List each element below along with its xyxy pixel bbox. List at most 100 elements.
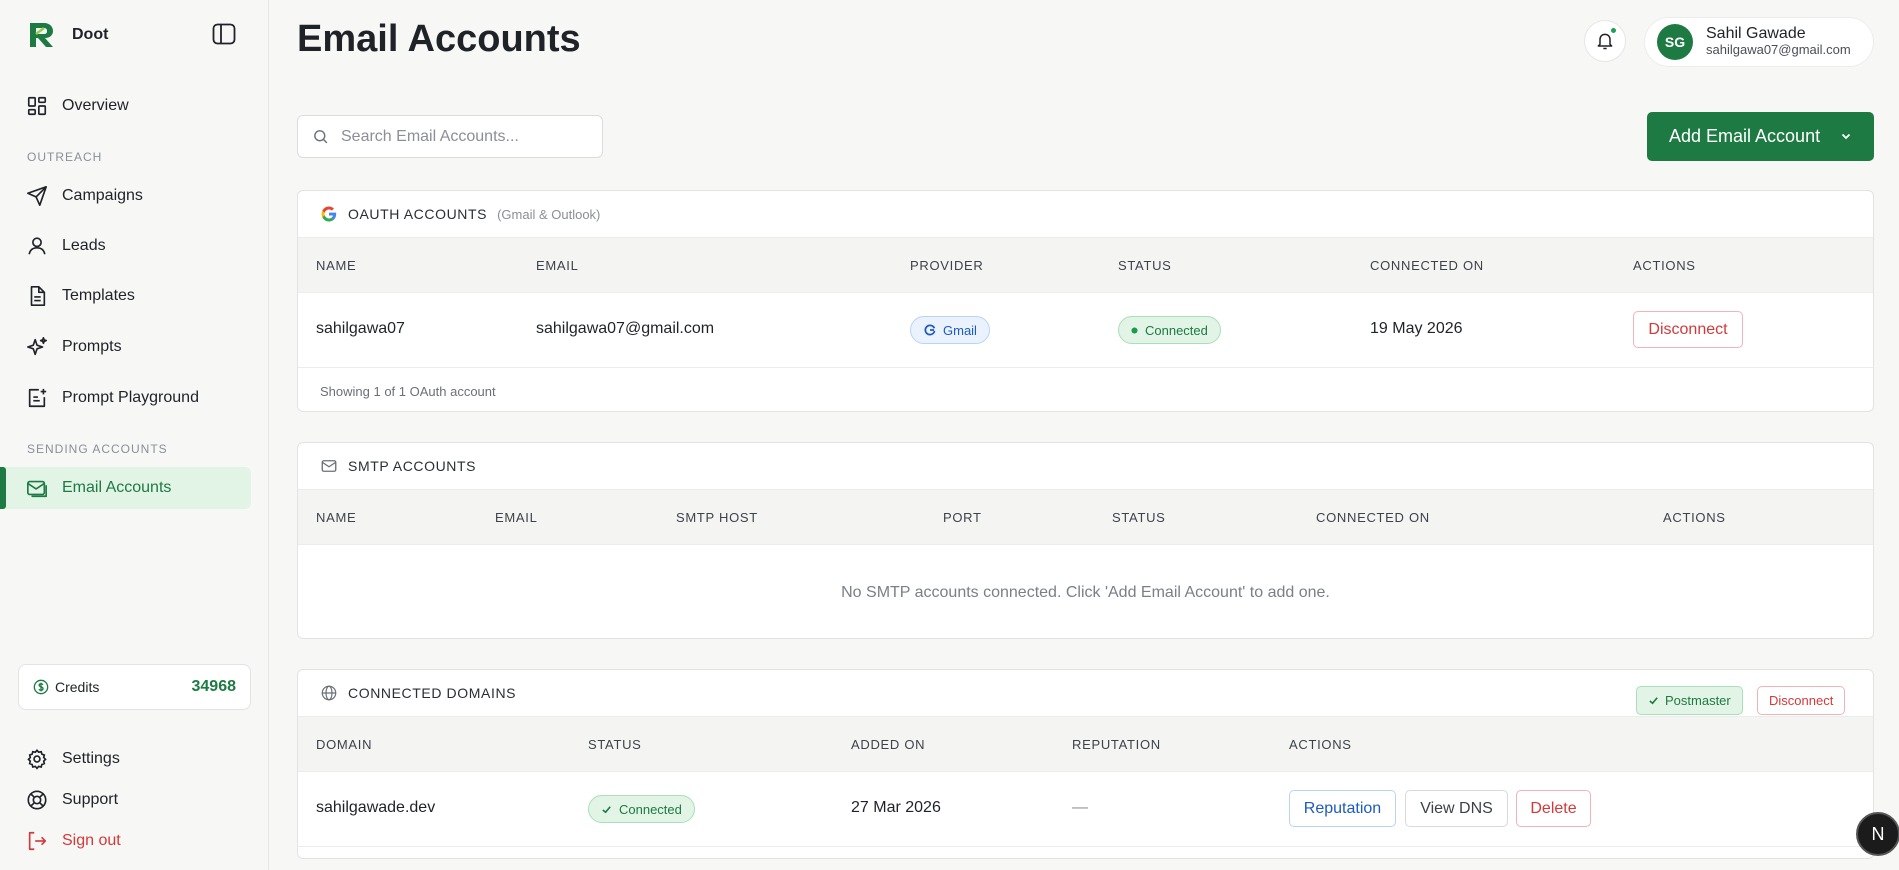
avatar: SG: [1657, 24, 1693, 60]
sidebar-item-label: Prompt Playground: [62, 389, 199, 406]
notification-dot: [1609, 26, 1618, 35]
floating-action-button[interactable]: N: [1856, 812, 1899, 856]
user-menu[interactable]: SG Sahil Gawade sahilgawa07@gmail.com: [1644, 17, 1874, 67]
column-header: ACTIONS: [1633, 258, 1696, 273]
sidebar-item-templates[interactable]: Templates: [0, 275, 251, 317]
section-label-outreach: OUTREACH: [27, 150, 103, 164]
provider-label: Gmail: [943, 322, 977, 338]
credits-label: Credits: [55, 679, 100, 695]
provider-badge: Gmail: [910, 316, 990, 344]
postmaster-button[interactable]: Postmaster: [1636, 686, 1743, 715]
add-email-account-label: Add Email Account: [1669, 126, 1821, 146]
document-icon: [30, 286, 46, 306]
sidebar-item-label: Campaigns: [62, 187, 143, 204]
sidebar-item-leads[interactable]: Leads: [0, 225, 251, 267]
status-label: Connected: [1145, 322, 1208, 338]
mail-icon: [321, 460, 337, 472]
postmaster-label: Postmaster: [1665, 693, 1731, 708]
smtp-card-header: SMTP ACCOUNTS: [298, 443, 1873, 489]
check-icon: [1649, 697, 1658, 705]
sidebar-item-label: Leads: [62, 237, 106, 254]
table-row: sahilgawade.dev Connected 27 Mar 2026 — …: [298, 772, 1873, 847]
gear-icon: [27, 749, 47, 770]
smtp-empty-state: No SMTP accounts connected. Click 'Add E…: [841, 583, 1330, 601]
smtp-card-title: SMTP ACCOUNTS: [348, 458, 477, 474]
sparkles-icon: [27, 337, 47, 356]
logout-icon: [28, 831, 47, 851]
sidebar-item-campaigns[interactable]: Campaigns: [0, 175, 251, 217]
column-header: CONNECTED ON: [1316, 510, 1430, 525]
notifications-button[interactable]: [1584, 20, 1626, 62]
sign-out-label: Sign out: [62, 832, 121, 849]
settings-label: Settings: [62, 750, 120, 767]
column-header: PROVIDER: [910, 258, 984, 273]
column-header: ADDED ON: [851, 737, 926, 752]
sidebar-item-overview[interactable]: Overview: [0, 85, 251, 127]
column-header: DOMAIN: [316, 737, 373, 752]
sidebar-item-label: Overview: [62, 97, 129, 114]
oauth-card-subtitle: (Gmail & Outlook): [497, 206, 601, 222]
search-input[interactable]: [341, 127, 581, 146]
view-dns-button[interactable]: View DNS: [1405, 790, 1508, 827]
playground-icon: [28, 388, 47, 408]
sidebar-item-label: Templates: [62, 287, 135, 304]
settings-link[interactable]: Settings: [26, 748, 120, 770]
oauth-card-title: OAUTH ACCOUNTS: [348, 206, 488, 222]
status-label: Connected: [619, 801, 682, 817]
sidebar-toggle-icon[interactable]: [212, 23, 236, 45]
oauth-table-header: NAME EMAIL PROVIDER STATUS CONNECTED ON …: [298, 237, 1873, 293]
delete-button[interactable]: Delete: [1516, 790, 1591, 827]
sidebar-item-label: Prompts: [62, 338, 122, 355]
status-badge: Connected: [588, 795, 695, 823]
google-icon: [924, 324, 936, 336]
brand[interactable]: Doot: [26, 19, 108, 51]
support-label: Support: [62, 791, 119, 808]
sign-out-link[interactable]: Sign out: [26, 830, 121, 852]
account-name: sahilgawa07: [316, 320, 405, 337]
column-header: EMAIL: [495, 510, 538, 525]
column-header: ACTIONS: [1663, 510, 1726, 525]
sidebar: Doot Overview OUTREACH Campaigns Leads T…: [0, 0, 269, 870]
reputation-button[interactable]: Reputation: [1289, 790, 1396, 827]
mail-icon: [27, 480, 47, 498]
send-icon: [27, 186, 47, 206]
domains-disconnect-button[interactable]: Disconnect: [1757, 686, 1846, 715]
user-email: sahilgawa07@gmail.com: [1706, 42, 1851, 57]
domains-table-header: DOMAIN STATUS ADDED ON REPUTATION ACTION…: [298, 716, 1873, 772]
check-icon: [602, 805, 611, 813]
support-link[interactable]: Support: [26, 789, 118, 811]
oauth-table-footer: Showing 1 of 1 OAuth account: [320, 383, 496, 399]
domain-name: sahilgawade.dev: [316, 799, 436, 816]
sidebar-item-prompt-playground[interactable]: Prompt Playground: [0, 377, 251, 419]
domains-card-title: CONNECTED DOMAINS: [348, 685, 517, 701]
search-box[interactable]: [297, 115, 603, 158]
column-header: EMAIL: [536, 258, 579, 273]
column-header: STATUS: [1112, 510, 1166, 525]
column-header: ACTIONS: [1289, 737, 1352, 752]
connected-domains-card: CONNECTED DOMAINS Postmaster Disconnect …: [297, 669, 1874, 859]
connected-on: 19 May 2026: [1370, 320, 1463, 337]
table-row: sahilgawa07 sahilgawa07@gmail.com Gmail …: [298, 293, 1873, 368]
sidebar-item-label: Email Accounts: [62, 479, 172, 496]
column-header: REPUTATION: [1072, 737, 1161, 752]
column-header: STATUS: [588, 737, 642, 752]
disconnect-button[interactable]: Disconnect: [1633, 311, 1743, 348]
oauth-accounts-card: OAUTH ACCOUNTS (Gmail & Outlook) NAME EM…: [297, 190, 1874, 412]
brand-name: Doot: [72, 26, 109, 43]
section-label-sending: SENDING ACCOUNTS: [27, 442, 168, 456]
add-email-account-button[interactable]: Add Email Account: [1647, 112, 1874, 161]
column-header: CONNECTED ON: [1370, 258, 1484, 273]
column-header: NAME: [316, 510, 357, 525]
user-name: Sahil Gawade: [1706, 25, 1806, 42]
status-badge: Connected: [1118, 316, 1221, 344]
credits-card: Credits 34968: [18, 664, 251, 710]
doot-logo-icon: [30, 23, 53, 47]
search-icon: [314, 130, 328, 144]
oauth-card-header: OAUTH ACCOUNTS (Gmail & Outlook): [298, 191, 1873, 237]
sidebar-item-prompts[interactable]: Prompts: [0, 326, 251, 368]
sidebar-item-email-accounts[interactable]: Email Accounts: [0, 467, 251, 509]
credits-value: 34968: [191, 678, 237, 695]
added-on: 27 Mar 2026: [851, 799, 941, 816]
column-header: SMTP HOST: [676, 510, 758, 525]
status-dot-icon: [1131, 326, 1138, 334]
